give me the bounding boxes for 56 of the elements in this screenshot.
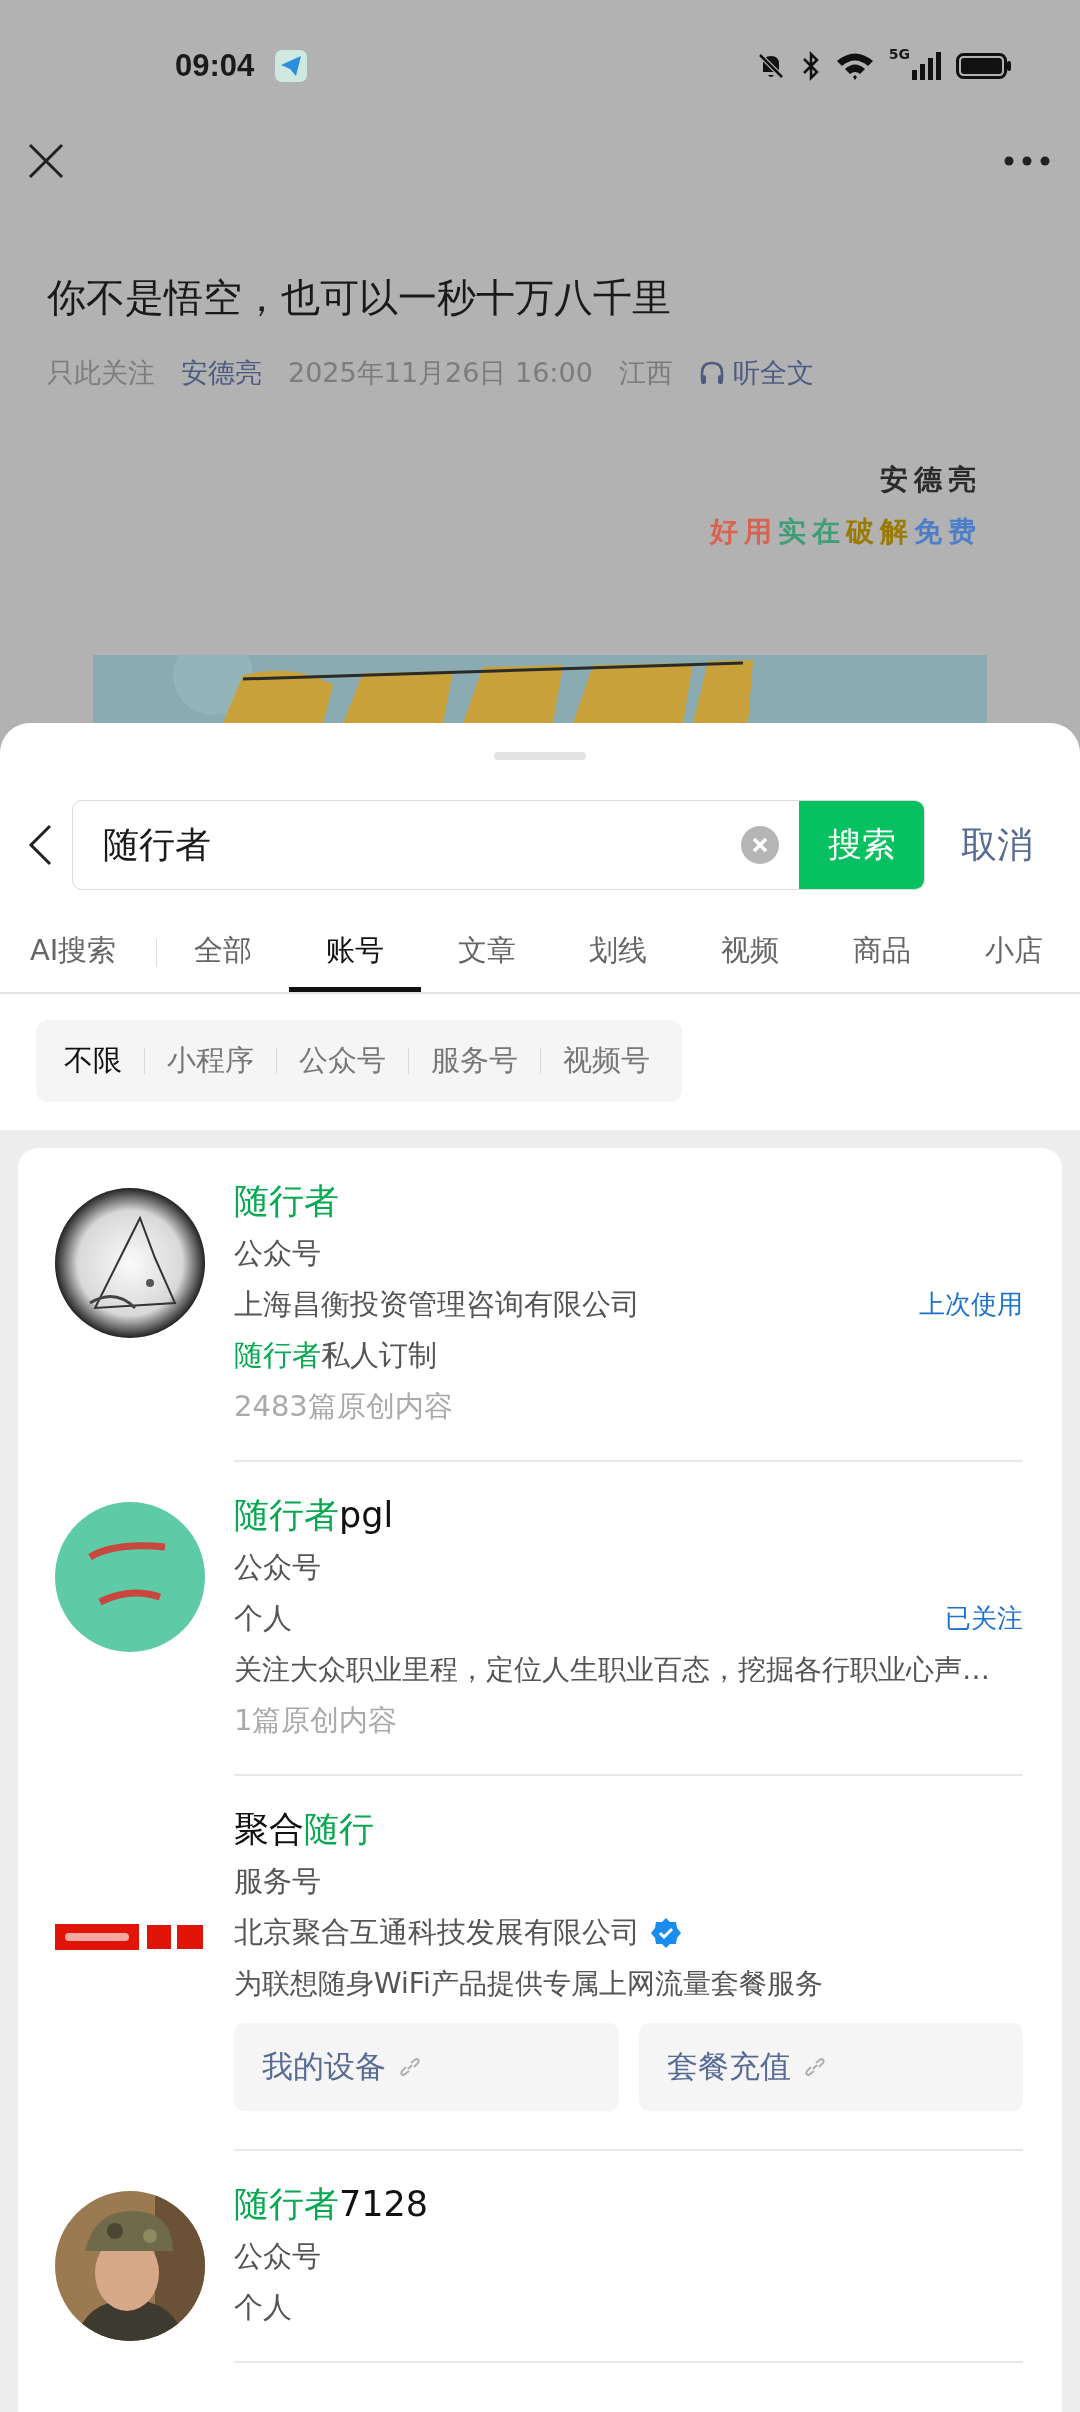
status-time: 09:04 (175, 48, 255, 84)
bluetooth-icon (800, 50, 821, 82)
listen-link[interactable]: 听全文 (732, 355, 814, 391)
network-type: 5G (888, 46, 910, 62)
tab[interactable]: 视频 (684, 914, 817, 992)
tab[interactable]: 划线 (552, 914, 685, 992)
account-type: 公众号 (234, 2238, 322, 2275)
filter-option[interactable]: 不限 (64, 1041, 122, 1081)
close-icon[interactable] (28, 143, 64, 179)
tab[interactable]: 小店 (948, 914, 1080, 992)
article-count: 2483篇原创内容 (234, 1388, 454, 1425)
author-signature: 安德亮 (879, 462, 982, 498)
account-type: 公众号 (234, 1235, 322, 1272)
tab[interactable]: 文章 (420, 914, 553, 992)
account-name[interactable]: 随行者 (234, 1174, 1023, 1228)
cancel-button[interactable]: 取消 (961, 820, 1033, 870)
more-icon[interactable] (1004, 156, 1050, 166)
filter-option[interactable]: 小程序 (167, 1041, 254, 1081)
battery-icon (956, 51, 1012, 81)
signal-icon (912, 50, 942, 82)
account-name[interactable]: 随行者pgl (234, 1488, 1023, 1542)
account-description: 为联想随身WiFi产品提供专属上网流量套餐服务 (234, 1966, 824, 2002)
author-link[interactable]: 安德亮 (181, 355, 262, 391)
slogan-word: 好用 (710, 514, 778, 550)
slogan-word: 实在 (778, 514, 846, 550)
drag-handle[interactable] (494, 752, 586, 760)
account-type: 公众号 (234, 1549, 322, 1586)
paper-plane-icon (275, 50, 308, 82)
tab[interactable]: 全部 (156, 914, 289, 992)
status-tag: 上次使用 (919, 1287, 1023, 1322)
account-owner: 个人 (234, 1600, 292, 1637)
account-owner: 上海昌衡投资管理咨询有限公司 (234, 1286, 640, 1323)
back-icon[interactable] (28, 824, 52, 866)
account-name[interactable]: 聚合随行 (234, 1802, 1023, 1856)
slogan-word: 免费 (914, 514, 982, 550)
tab[interactable]: AI搜索 (30, 914, 156, 992)
menu-link-button[interactable]: 我的设备 (234, 2023, 619, 2111)
status-tag: 已关注 (945, 1601, 1023, 1636)
account-tagline: 随行者私人订制 (234, 1337, 438, 1374)
account-name[interactable]: 随行者7128 (234, 2177, 1023, 2231)
article-title: 你不是悟空，也可以一秒十万八千里 (47, 274, 672, 322)
account-type: 服务号 (234, 1863, 322, 1900)
headphones-icon[interactable] (698, 360, 725, 386)
account-description: 关注大众职业里程，定位人生职业百态，挖掘各行职业心声… (234, 1652, 991, 1688)
article-count: 1篇原创内容 (234, 1702, 399, 1739)
filter-option[interactable]: 服务号 (431, 1041, 518, 1081)
account-owner: 北京聚合互通科技发展有限公司 (234, 1914, 640, 1951)
link-icon (802, 2055, 827, 2079)
menu-link-button[interactable]: 套餐充值 (638, 2023, 1023, 2111)
link-icon (398, 2055, 422, 2079)
tab[interactable]: 商品 (816, 914, 949, 992)
filter-option[interactable]: 公众号 (299, 1041, 386, 1081)
slogan-word: 破解 (846, 514, 914, 550)
filter-option[interactable]: 视频号 (563, 1041, 650, 1081)
account-owner: 个人 (234, 2289, 292, 2326)
tab[interactable]: 账号 (288, 914, 421, 992)
